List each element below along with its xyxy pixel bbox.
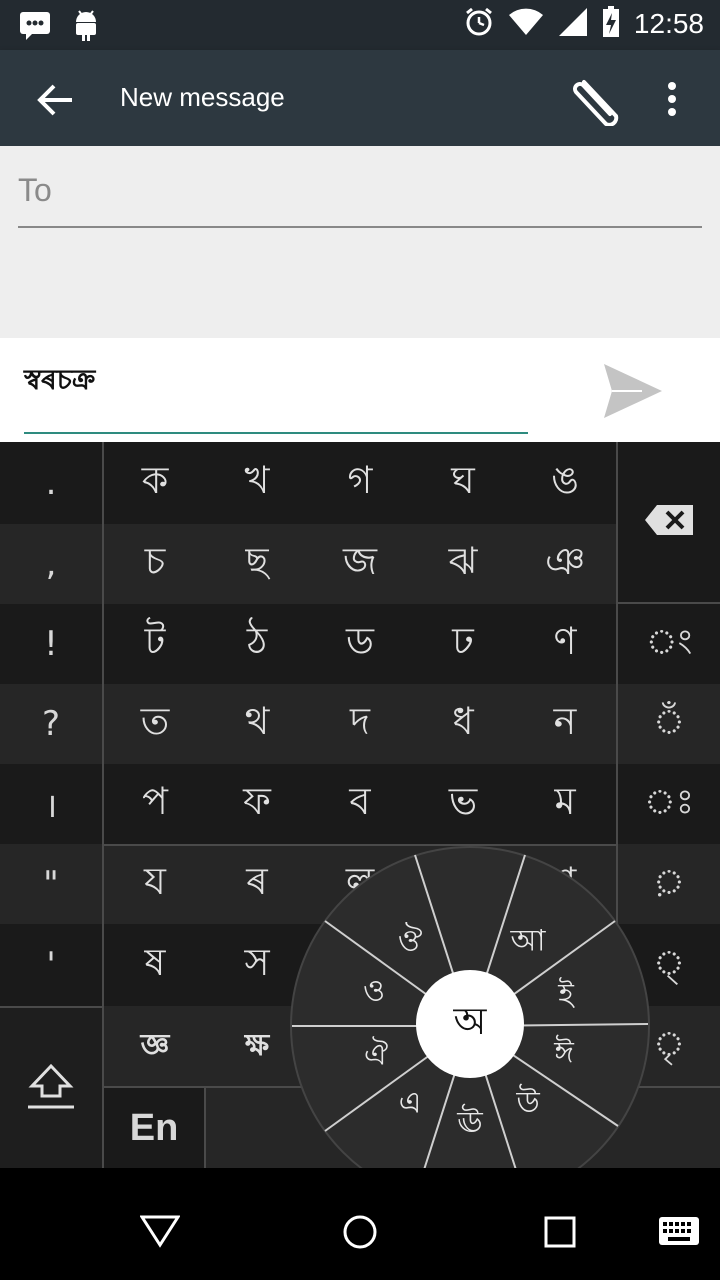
key-consonant[interactable]: ঢ [412,604,514,684]
key-question[interactable]: ? [0,684,102,764]
signal-icon [558,7,588,41]
alarm-icon [464,7,494,41]
key-consonant[interactable]: ঞ [514,524,616,604]
key-consonant[interactable]: প [104,764,206,844]
wheel-vowel[interactable]: ঊ [457,1099,482,1150]
key-visarga[interactable]: ◌ঃ [618,764,720,844]
key-consonant[interactable]: চ [104,524,206,604]
back-triangle-icon[interactable] [139,1214,181,1252]
key-consonant[interactable]: ড [308,604,412,684]
key-consonant[interactable]: ঙ [514,442,616,524]
key-consonant[interactable]: ক [104,442,206,524]
key-consonant[interactable]: খ [206,442,308,524]
key-danda[interactable]: । [0,764,102,844]
wheel-vowel[interactable]: উ [516,1079,539,1130]
key-consonant[interactable]: দ [308,684,412,764]
key-anusvara[interactable]: ◌ং [618,604,720,684]
message-notification-icon [18,8,52,46]
wheel-vowel[interactable]: ঔ [398,917,423,968]
to-field[interactable]: To [18,172,702,228]
wheel-vowel[interactable]: ই [558,971,574,1022]
key-consonant[interactable]: ন [514,684,616,764]
battery-charging-icon [602,6,620,42]
wheel-vowel[interactable]: এ [399,1079,422,1130]
key-consonant[interactable]: ঝ [412,524,514,604]
home-circle-icon[interactable] [342,1214,378,1254]
language-switch-key[interactable]: En [104,1088,204,1168]
key-consonant[interactable]: ঘ [412,442,514,524]
key-consonant[interactable]: ষ [104,924,206,1006]
key-exclamation[interactable]: ! [0,604,102,684]
key-double-quote[interactable]: " [0,844,102,924]
key-consonant[interactable]: জ [308,524,412,604]
paperclip-icon[interactable] [570,74,630,130]
android-icon [72,8,100,46]
key-consonant[interactable]: ছ [206,524,308,604]
keyboard-icon[interactable] [658,1216,700,1250]
key-consonant[interactable]: ট [104,604,206,684]
shift-key[interactable] [0,1008,102,1168]
key-consonant[interactable]: ত [104,684,206,764]
message-text: স্বৰচক্র [24,363,96,396]
wheel-vowel[interactable]: ঈ [554,1029,574,1080]
shift-icon [26,1062,76,1114]
key-chandrabindu[interactable]: ◌ঁ [618,684,720,764]
key-conjunct[interactable]: জ্ঞ [104,1006,206,1086]
wheel-vowel[interactable]: ও [363,967,385,1018]
key-consonant[interactable]: ঠ [206,604,308,684]
key-period[interactable]: . [0,442,102,524]
key-consonant[interactable]: ণ [514,604,616,684]
key-consonant[interactable]: য [104,844,206,924]
key-consonant[interactable]: গ [308,442,412,524]
key-consonant[interactable]: ভ [412,764,514,844]
page-title: New message [120,82,285,112]
key-consonant[interactable]: ধ [412,684,514,764]
backspace-key[interactable] [618,442,720,602]
status-bar: 12:58 [0,0,720,50]
recents-square-icon[interactable] [544,1216,576,1252]
navigation-bar [0,1168,720,1280]
more-vert-icon[interactable] [660,80,684,124]
clock: 12:58 [633,8,704,39]
key-consonant[interactable]: ম [514,764,616,844]
arrow-left-icon[interactable] [36,80,76,124]
wheel-vowel[interactable]: আ [511,917,546,968]
recipient-section: To [0,146,720,338]
key-consonant[interactable]: ব [308,764,412,844]
message-input[interactable]: স্বৰচক্র [24,358,528,434]
wheel-center-key[interactable]: অ [416,970,524,1078]
wifi-icon [508,7,544,41]
key-consonant[interactable]: ফ [206,764,308,844]
backspace-icon [643,503,695,541]
key-comma[interactable]: , [0,524,102,604]
key-consonant[interactable]: থ [206,684,308,764]
key-single-quote[interactable]: ' [0,924,102,1006]
wheel-vowel[interactable]: ঐ [364,1031,388,1082]
app-bar: New message [0,50,720,146]
to-placeholder: To [18,172,52,208]
send-icon[interactable] [602,362,664,424]
compose-bar: স্বৰচক্র [0,338,720,442]
